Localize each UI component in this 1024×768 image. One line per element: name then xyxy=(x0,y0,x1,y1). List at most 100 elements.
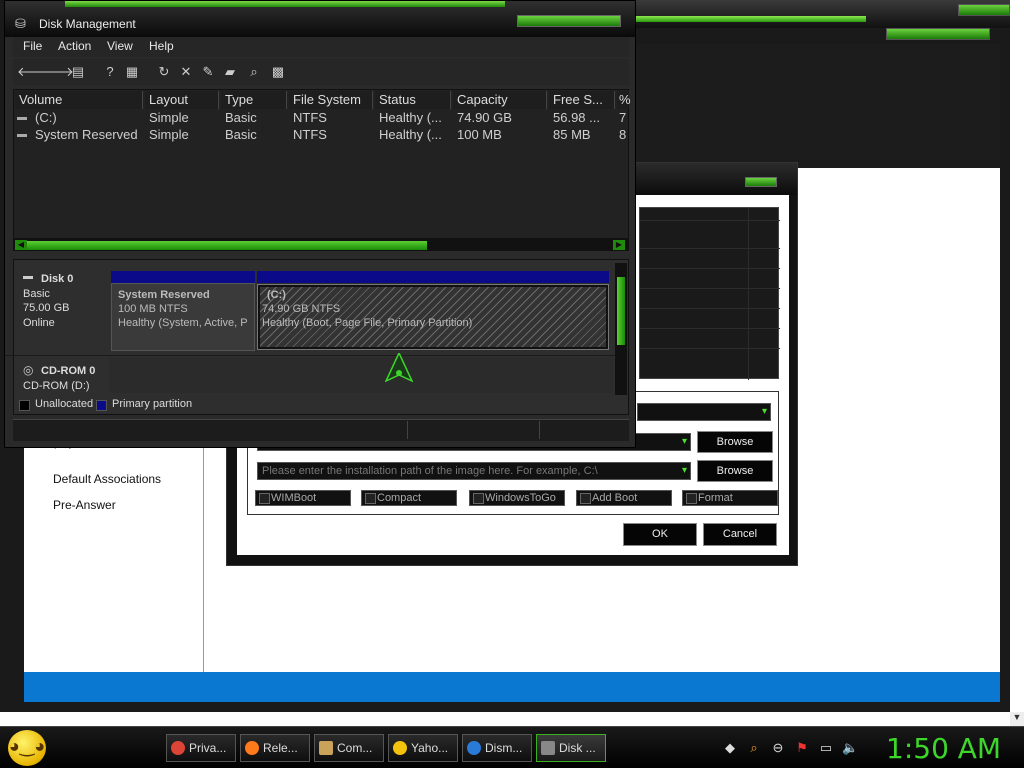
ok-button[interactable]: OK xyxy=(623,523,697,546)
sidebar-item-default-associations[interactable]: Default Associations xyxy=(53,472,161,486)
task-yahoo[interactable]: Yaho... xyxy=(388,734,458,762)
scroll-left-arrow-icon[interactable]: ◀ xyxy=(15,240,27,250)
task-disk-management[interactable]: Disk ... xyxy=(536,734,606,762)
partition-c-fs: 74.90 GB NTFS xyxy=(262,303,341,315)
background-title-accent xyxy=(636,16,866,22)
sidebar-item-pre-answer[interactable]: Pre-Answer xyxy=(53,498,116,512)
partition-system-reserved-fs: 100 MB NTFS xyxy=(118,303,188,315)
background-inner-controls[interactable] xyxy=(886,28,990,40)
checkbox-wimboot[interactable]: WIMBoot xyxy=(255,490,351,506)
scroll-down-arrow-icon[interactable]: ▼ xyxy=(1010,712,1024,726)
legend-primary: Primary partition xyxy=(112,398,193,410)
column-free-space[interactable]: Free S... xyxy=(549,91,615,109)
image-select[interactable]: ▾ xyxy=(637,403,771,421)
install-path-input[interactable]: Please enter the installation path of th… xyxy=(257,462,691,480)
open-folder-icon[interactable]: ▰ xyxy=(221,63,239,81)
menu-action[interactable]: Action xyxy=(58,39,91,53)
menu-file[interactable]: File xyxy=(23,39,42,53)
legend-unallocated-swatch xyxy=(19,400,30,411)
cell-capacity: 74.90 GB xyxy=(457,110,512,125)
partition-c-status: Healthy (Boot, Page File, Primary Partit… xyxy=(262,317,473,329)
partition-header-system-reserved xyxy=(111,271,255,283)
dm-title-accent xyxy=(65,1,505,7)
flag-icon[interactable]: ⚑ xyxy=(794,740,810,756)
task-dism-label: Dism... xyxy=(485,741,523,755)
status-bar xyxy=(13,419,629,441)
cell-file-system: NTFS xyxy=(293,127,327,142)
partition-system-reserved-status: Healthy (System, Active, P xyxy=(118,317,248,329)
cell-volume[interactable]: System Reserved xyxy=(35,127,138,143)
column-file-system[interactable]: File System xyxy=(289,91,373,109)
browse-button-1[interactable]: Browse xyxy=(697,431,773,453)
document-icon xyxy=(319,741,333,755)
clock[interactable]: 1:50 AM xyxy=(886,732,1001,765)
column-status[interactable]: Status xyxy=(375,91,451,109)
task-command[interactable]: Com... xyxy=(314,734,384,762)
search-icon[interactable]: ⌕ xyxy=(245,63,263,81)
cell-layout: Simple xyxy=(149,127,189,142)
cancel-button[interactable]: Cancel xyxy=(703,523,777,546)
cursor-icon xyxy=(384,351,414,383)
background-window-controls[interactable] xyxy=(958,4,1010,16)
column-capacity[interactable]: Capacity xyxy=(453,91,547,109)
checkbox-windowstogo[interactable]: WindowsToGo xyxy=(469,490,565,506)
column-percent[interactable]: % xyxy=(617,91,631,109)
dialog-close-button[interactable] xyxy=(745,177,777,187)
task-command-label: Com... xyxy=(337,741,373,755)
task-dism[interactable]: Dism... xyxy=(462,734,532,762)
cell-percent: 8 xyxy=(619,127,627,142)
dm-window-controls[interactable] xyxy=(517,15,621,27)
task-firefox-label: Rele... xyxy=(263,741,298,755)
column-layout[interactable]: Layout xyxy=(145,91,219,109)
display-icon[interactable]: ▭ xyxy=(818,740,834,756)
install-path-placeholder: Please enter the installation path of th… xyxy=(262,465,598,477)
cell-layout: Simple xyxy=(149,110,189,125)
search-tray-icon[interactable]: ⌕ xyxy=(746,740,762,756)
volume-icon[interactable]: 🔈 xyxy=(842,740,858,756)
cell-volume[interactable]: (C:) xyxy=(35,110,57,126)
background-status-strip xyxy=(24,672,1000,702)
view-grid-icon[interactable]: ▩ xyxy=(269,63,287,81)
gear-icon xyxy=(467,741,481,755)
forward-arrow-icon[interactable]: 🡒 xyxy=(39,63,74,81)
cell-status: Healthy (... xyxy=(379,127,442,142)
browse-button-2[interactable]: Browse xyxy=(697,460,773,482)
checkbox-compact[interactable]: Compact xyxy=(361,490,457,506)
menu-bar xyxy=(13,37,629,57)
smiley-icon xyxy=(393,741,407,755)
disk-management-window: ⛁ Disk Management File Action View Help … xyxy=(4,0,636,448)
column-type[interactable]: Type xyxy=(221,91,287,109)
column-volume[interactable]: Volume xyxy=(15,91,143,109)
edit-icon[interactable]: ✎ xyxy=(199,63,217,81)
cell-type: Basic xyxy=(225,110,257,125)
task-yahoo-label: Yaho... xyxy=(411,741,449,755)
back-arrow-icon[interactable]: 🡐 xyxy=(17,63,52,81)
task-chrome[interactable]: Priva... xyxy=(166,734,236,762)
checkbox-format[interactable]: Format xyxy=(682,490,778,506)
network-icon[interactable]: ◆ xyxy=(722,740,738,756)
refresh-icon[interactable]: ↻ xyxy=(155,63,173,81)
dialog-list-grid xyxy=(639,207,780,380)
scroll-right-arrow-icon[interactable]: ▶ xyxy=(613,240,625,250)
list-scroll-thumb[interactable] xyxy=(27,241,427,250)
menu-view[interactable]: View xyxy=(107,39,133,53)
start-smiley-icon[interactable]: ◕‿◕ xyxy=(8,730,46,766)
cell-capacity: 100 MB xyxy=(457,127,502,142)
firefox-icon xyxy=(245,741,259,755)
minus-icon[interactable]: ⊖ xyxy=(770,740,786,756)
cdrom-name[interactable]: CD-ROM 0 xyxy=(41,364,95,378)
cdrom-sub: CD-ROM (D:) xyxy=(23,380,90,392)
graph-scroll-thumb[interactable] xyxy=(617,277,625,345)
help-icon[interactable]: ? xyxy=(101,63,119,81)
cell-status: Healthy (... xyxy=(379,110,442,125)
checkbox-add-boot[interactable]: Add Boot xyxy=(576,490,672,506)
disk-management-icon: ⛁ xyxy=(15,16,26,31)
properties-icon[interactable]: ▦ xyxy=(123,63,141,81)
menu-help[interactable]: Help xyxy=(149,39,174,53)
disk0-name[interactable]: Disk 0 xyxy=(41,272,73,286)
background-title-bar xyxy=(636,0,1010,28)
console-tree-icon[interactable]: ▤ xyxy=(69,63,87,81)
cdrom-area xyxy=(109,357,613,393)
delete-icon[interactable]: ✕ xyxy=(177,63,195,81)
task-firefox[interactable]: Rele... xyxy=(240,734,310,762)
